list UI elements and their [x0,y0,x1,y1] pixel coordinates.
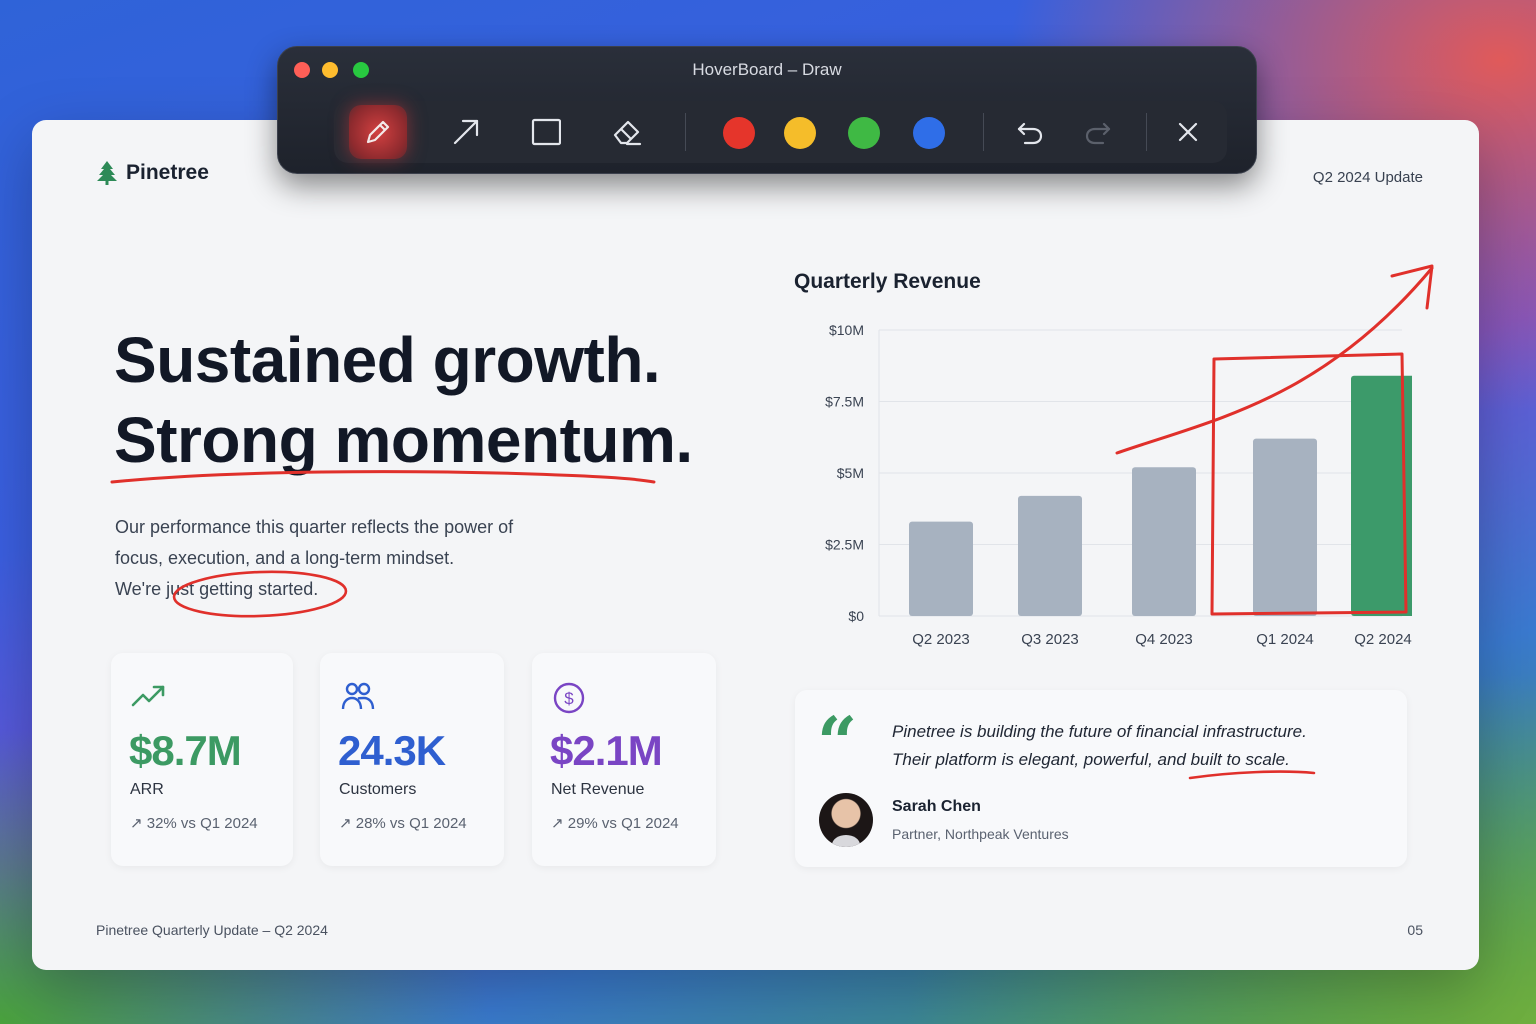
testimonial-card: “ Pinetree is building the future of fin… [795,690,1407,867]
body-line-3-circled: just getting started. [166,579,319,599]
headline-line-1: Sustained growth. [114,324,661,396]
metric-label: Customers [339,781,417,798]
y-tick-label: $5M [837,465,864,481]
redo-button[interactable] [1069,105,1127,159]
y-tick-label: $10M [829,322,864,338]
arrow-tool-button[interactable] [437,105,495,159]
metric-card-net-revenue: $ $2.1M Net Revenue ↗ 29% vs Q1 2024 [532,653,716,866]
quote-line-1: Pinetree is building the future of finan… [892,722,1307,741]
metric-value: $8.7M [129,727,242,774]
testimonial-role: Partner, Northpeak Ventures [892,826,1069,842]
color-red-button[interactable] [723,117,755,149]
body-line-3: We're just getting started. [115,574,585,605]
quote-line-2: Their platform is elegant, powerful, and… [892,750,1290,769]
pine-tree-icon [97,161,117,185]
footer-title: Pinetree Quarterly Update – Q2 2024 [96,922,328,938]
color-green-button[interactable] [848,117,880,149]
page-number: 05 [1407,922,1423,938]
eraser-tool-button[interactable] [598,105,656,159]
bar-q4-2023 [1132,467,1196,616]
revenue-bar-chart: $0 $2.5M $5M $7.5M $10M Q2 2023 Q3 2023 Q4 2023… [825,322,1412,648]
quote-text: Pinetree is building the future of finan… [892,718,1362,774]
undo-icon [1017,122,1043,145]
body-line-1: Our performance this quarter reflects th… [115,517,514,537]
y-tick-label: $2.5M [825,537,864,553]
toolbar-divider [685,113,686,151]
body-text: Our performance this quarter reflects th… [115,512,585,605]
x-tick-label: Q1 2024 [1256,631,1314,648]
metric-delta: ↗ 29% vs Q1 2024 [551,815,679,832]
body-line-3-start: We're [115,579,167,599]
redo-icon [1085,122,1111,145]
eraser-icon [613,120,642,146]
metric-card-arr: $8.7M ARR ↗ 32% vs Q1 2024 [111,653,293,866]
bar-q1-2024 [1253,438,1317,616]
pencil-icon [366,120,390,144]
slide-header-label: Q2 2024 Update [1312,169,1423,186]
headline: Sustained growth. Strong momentum. [114,320,693,480]
close-icon [1178,122,1198,142]
bar-q3-2023 [1018,495,1082,616]
quote-icon: “ [817,701,858,784]
x-tick-label: Q4 2023 [1135,631,1193,648]
brand-name: Pinetree [126,161,209,184]
window-title: HoverBoard – Draw [692,60,842,79]
bar-q2-2024 [1351,375,1412,616]
avatar [819,793,873,847]
pencil-tool-button[interactable] [349,105,407,159]
testimonial-name: Sarah Chen [892,798,981,815]
chart-title: Quarterly Revenue [794,270,981,293]
metric-delta: ↗ 32% vs Q1 2024 [130,815,258,832]
undo-button[interactable] [1001,105,1059,159]
headline-line-2: Strong momentum. [114,404,693,476]
bar-q2-2023 [909,521,973,616]
x-tick-label: Q3 2023 [1021,631,1079,648]
toolbar-divider [983,113,984,151]
metric-delta: ↗ 28% vs Q1 2024 [339,815,467,832]
presentation-slide: Pinetree Q2 2024 Update Sustained growth… [32,120,1479,970]
trending-up-icon [131,685,165,707]
close-toolbar-button[interactable] [1159,105,1217,159]
brand: Pinetree [96,160,209,186]
x-tick-label: Q2 2024 [1354,631,1412,648]
metric-label: ARR [130,781,164,798]
arrow-icon [453,119,479,145]
y-tick-label: $7.5M [825,394,864,410]
metric-value: 24.3K [338,727,446,774]
svg-text:$: $ [564,689,574,708]
dollar-circle-icon: $ [553,682,585,714]
rectangle-icon [531,118,561,146]
annotation-arrowhead [1390,264,1434,310]
tool-row [334,101,1227,163]
color-yellow-button[interactable] [784,117,816,149]
metric-card-customers: 24.3K Customers ↗ 28% vs Q1 2024 [320,653,504,866]
toolbar-divider [1146,113,1147,151]
metric-value: $2.1M [550,727,663,774]
hoverboard-toolbar-window: HoverBoard – Draw [277,46,1257,174]
color-blue-button[interactable] [913,117,945,149]
body-line-2: focus, execution, and a long-term mindse… [115,548,455,568]
y-tick-label: $0 [848,608,864,624]
metric-label: Net Revenue [551,781,645,798]
x-tick-label: Q2 2023 [912,631,970,648]
rectangle-tool-button[interactable] [517,105,575,159]
users-icon [341,682,375,710]
